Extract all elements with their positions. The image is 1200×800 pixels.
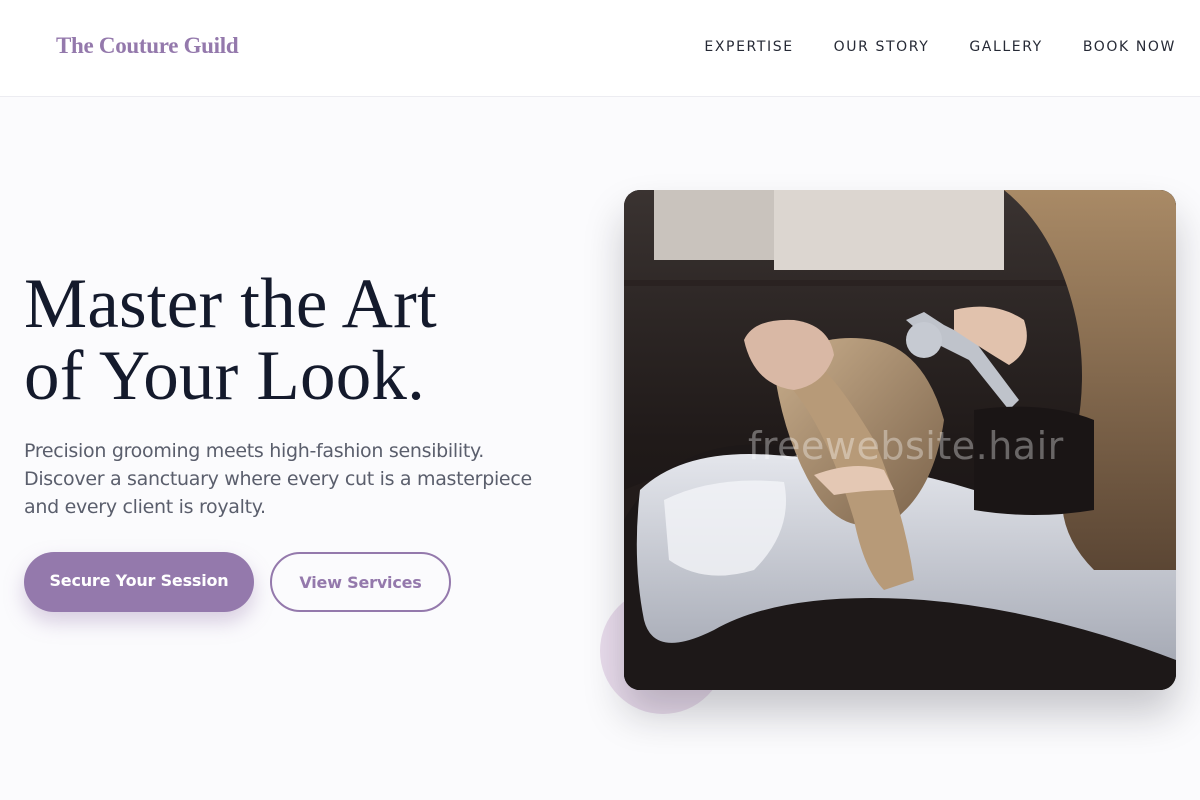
hero-salon-image <box>624 190 1176 690</box>
nav-link-expertise[interactable]: EXPERTISE <box>704 39 793 55</box>
hero-title-line-1: Master the Art <box>24 265 437 343</box>
secure-session-button[interactable]: Secure Your Session <box>24 552 254 612</box>
main-nav: EXPERTISE OUR STORY GALLERY BOOK NOW <box>704 39 1176 55</box>
hero-title-line-2: of Your Look. <box>24 337 426 415</box>
site-header: The Couture Guild EXPERTISE OUR STORY GA… <box>0 0 1200 97</box>
salon-hair-wash-illustration <box>624 190 1176 690</box>
brand-logo[interactable]: The Couture Guild <box>56 33 239 59</box>
nav-link-gallery[interactable]: GALLERY <box>969 39 1042 55</box>
nav-link-book-now[interactable]: BOOK NOW <box>1083 39 1176 55</box>
hero-description: Precision grooming meets high-fashion se… <box>24 440 532 518</box>
hero-title: Master the Art of Your Look. <box>24 268 584 412</box>
view-services-button[interactable]: View Services <box>270 552 451 612</box>
nav-link-our-story[interactable]: OUR STORY <box>834 39 930 55</box>
